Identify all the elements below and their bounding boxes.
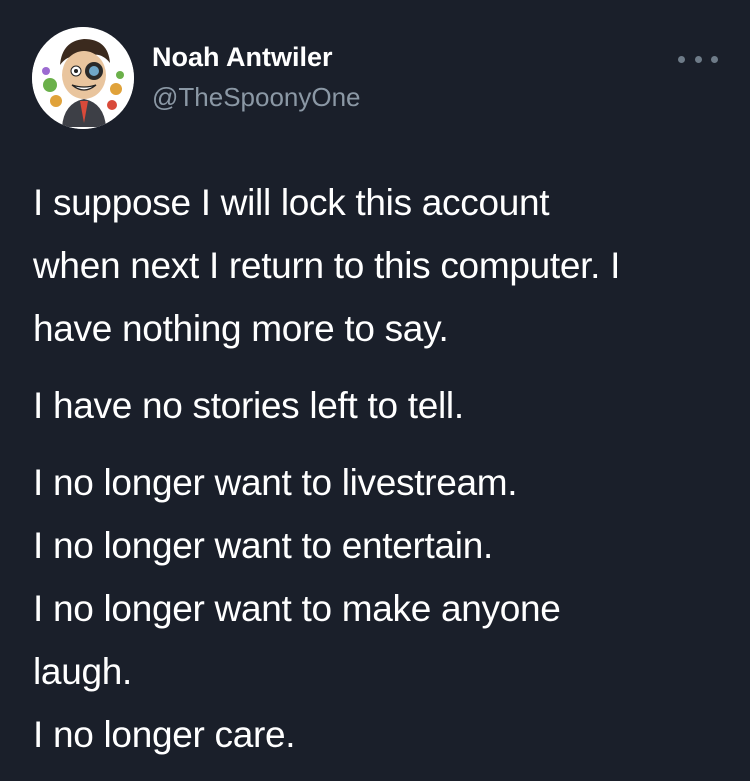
tweet-line: when next I return to this computer. I <box>33 245 621 286</box>
more-dots-icon <box>711 55 718 63</box>
tweet-line: I no longer want to make anyone <box>33 588 561 629</box>
author-display-name[interactable]: Noah Antwiler <box>152 42 333 73</box>
more-options-button[interactable] <box>678 48 718 70</box>
more-dots-icon <box>678 55 685 63</box>
tweet-line: I have no stories left to tell. <box>33 385 464 426</box>
tweet-line: I no longer care. <box>33 714 296 755</box>
tweet-line: have nothing more to say. <box>33 308 449 349</box>
tweet-paragraph: I no longer want to livestream. I no lon… <box>33 451 723 766</box>
tweet-card: Noah Antwiler @TheSpoonyOne I suppose I … <box>0 0 750 781</box>
tweet-line: I no longer want to entertain. <box>33 525 493 566</box>
tweet-paragraph: I suppose I will lock this account when … <box>33 171 723 360</box>
tweet-text: I suppose I will lock this account when … <box>33 171 723 766</box>
avatar[interactable] <box>32 27 134 129</box>
author-handle[interactable]: @TheSpoonyOne <box>152 82 361 113</box>
tweet-line: I no longer want to livestream. <box>33 462 518 503</box>
tweet-paragraph: I have no stories left to tell. <box>33 374 723 437</box>
cartoon-avatar-icon <box>32 27 134 129</box>
tweet-line: I suppose I will lock this account <box>33 182 550 223</box>
more-dots-icon <box>694 55 702 63</box>
tweet-line: laugh. <box>33 651 133 692</box>
